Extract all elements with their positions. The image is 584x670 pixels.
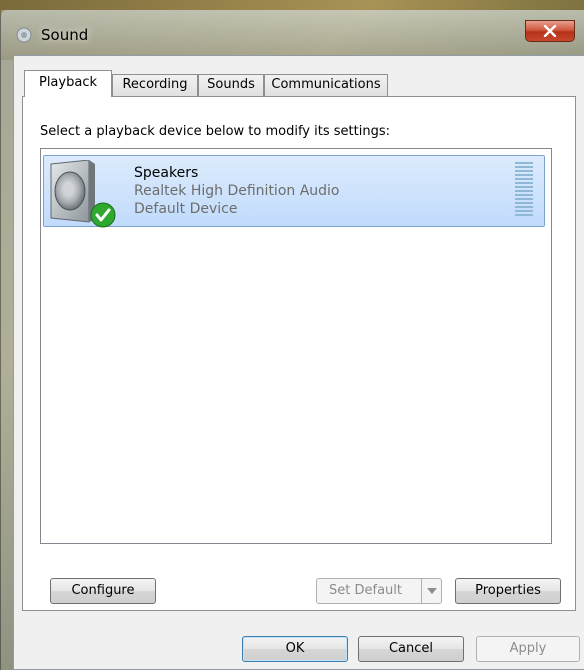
tab-playback[interactable]: Playback [24, 70, 112, 97]
sound-app-icon [15, 26, 33, 44]
device-name: Speakers [134, 165, 199, 181]
device-list[interactable]: Speakers Realtek High Definition Audio D… [40, 148, 552, 544]
device-driver: Realtek High Definition Audio [134, 183, 340, 199]
configure-button[interactable]: Configure [50, 578, 156, 604]
tab-communications[interactable]: Communications [264, 74, 388, 96]
cancel-button[interactable]: Cancel [358, 636, 464, 662]
device-item-speakers[interactable]: Speakers Realtek High Definition Audio D… [43, 155, 545, 228]
volume-level-meter [515, 162, 533, 218]
dialog-client-area: Playback Recording Sounds Communications… [13, 55, 584, 670]
set-default-dropdown-arrow [421, 579, 441, 603]
device-status: Default Device [134, 201, 238, 217]
default-device-check-icon [90, 202, 116, 232]
ok-button[interactable]: OK [242, 636, 348, 662]
tab-sounds[interactable]: Sounds [198, 74, 264, 96]
sound-dialog-window: Sound Playback Recording Sounds Communic… [0, 10, 584, 670]
set-default-label: Set Default [329, 583, 402, 598]
apply-button: Apply [476, 636, 580, 662]
chevron-down-icon [427, 588, 437, 594]
instruction-text: Select a playback device below to modify… [40, 124, 390, 139]
set-default-split-button: Set Default [316, 578, 442, 604]
close-button[interactable] [525, 20, 575, 42]
window-title: Sound [41, 26, 89, 44]
properties-button[interactable]: Properties [455, 578, 561, 604]
title-bar[interactable]: Sound [1, 10, 584, 60]
close-icon [543, 25, 557, 37]
tab-recording[interactable]: Recording [112, 74, 198, 96]
